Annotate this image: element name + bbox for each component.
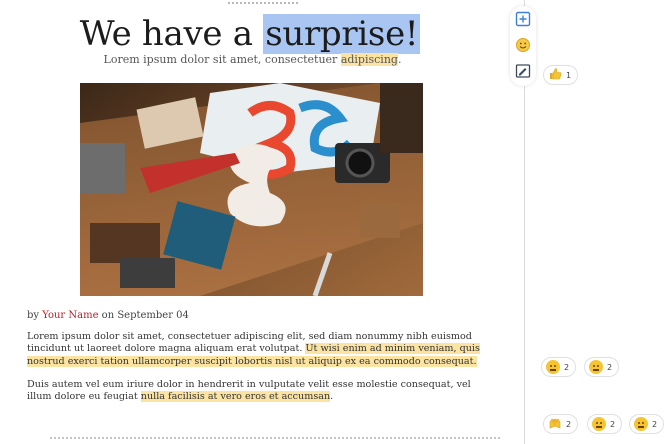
document-subtitle: Lorem ipsum dolor sit amet, consectetuer… bbox=[0, 53, 505, 66]
reaction-count: 2 bbox=[610, 419, 616, 429]
hero-photo bbox=[80, 83, 423, 296]
reaction-thinking[interactable]: 2 bbox=[541, 357, 577, 377]
reaction-count: 2 bbox=[566, 419, 572, 429]
subtitle-text: Lorem ipsum dolor sit amet, consectetuer bbox=[103, 53, 341, 66]
reaction-count: 2 bbox=[564, 362, 570, 372]
reaction-party[interactable]: 2 bbox=[587, 414, 623, 434]
highlighted-text[interactable]: adipiscing bbox=[340, 53, 398, 66]
byline: by Your Name on September 04 bbox=[27, 310, 189, 321]
neutral-face-icon bbox=[589, 360, 603, 374]
raised-hands-icon bbox=[548, 416, 562, 432]
add-comment-icon[interactable] bbox=[515, 11, 531, 27]
author-link[interactable]: Your Name bbox=[42, 310, 98, 321]
byline-prefix: by bbox=[27, 310, 43, 321]
thinking-face-icon bbox=[546, 360, 560, 374]
party-face-icon bbox=[592, 417, 606, 431]
title-text: We have a bbox=[79, 14, 264, 54]
paragraph-1[interactable]: Lorem ipsum dolor sit amet, consectetuer… bbox=[27, 331, 482, 368]
suggest-edit-icon[interactable] bbox=[515, 63, 531, 79]
page-bottom-divider bbox=[50, 437, 500, 439]
reaction-count: 1 bbox=[566, 70, 572, 80]
selected-text[interactable]: surprise! bbox=[263, 14, 421, 54]
reaction-thumbs-up[interactable]: 1 bbox=[543, 65, 579, 85]
thinking-face-icon bbox=[634, 417, 648, 431]
byline-date: on September 04 bbox=[98, 310, 189, 321]
reaction-count: 2 bbox=[652, 419, 658, 429]
floating-toolbar bbox=[510, 6, 536, 86]
reaction-count: 2 bbox=[607, 362, 613, 372]
reaction-neutral[interactable]: 2 bbox=[584, 357, 620, 377]
thumbs-up-icon bbox=[548, 67, 562, 83]
reaction-thinking-bottom[interactable]: 2 bbox=[629, 414, 665, 434]
highlighted-text[interactable]: nulla facilisis at vero eros et accumsan bbox=[140, 391, 331, 403]
document-page[interactable]: We have a surprise! Lorem ipsum dolor si… bbox=[0, 0, 525, 444]
subtitle-end: . bbox=[397, 53, 402, 66]
reaction-raised-hands[interactable]: 2 bbox=[543, 414, 579, 434]
document-title[interactable]: We have a surprise! bbox=[0, 14, 500, 54]
desk-flatlay-image bbox=[80, 83, 423, 296]
page-top-divider bbox=[228, 2, 298, 4]
paragraph-2[interactable]: Duis autem vel eum iriure dolor in hendr… bbox=[27, 379, 482, 404]
emoji-icon[interactable] bbox=[515, 37, 531, 53]
paragraph-end: . bbox=[330, 391, 334, 403]
